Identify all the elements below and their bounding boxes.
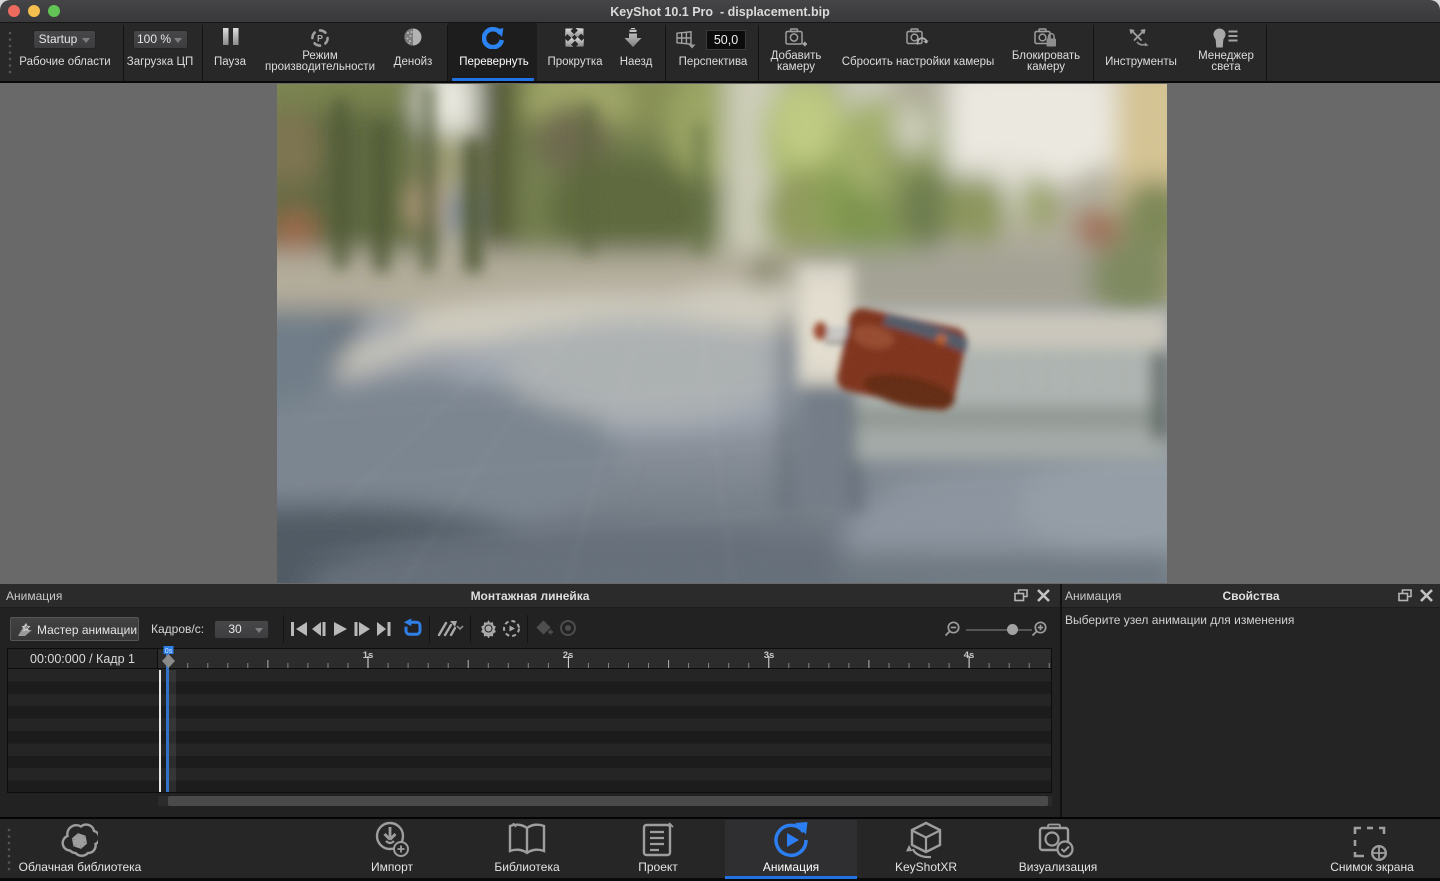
svg-text:3s: 3s xyxy=(764,650,775,661)
svg-text:4s: 4s xyxy=(964,650,975,661)
svg-text:P: P xyxy=(317,33,323,43)
svg-text:1s: 1s xyxy=(363,650,374,661)
svg-text:2s: 2s xyxy=(563,650,574,661)
svg-text:0s: 0s xyxy=(165,648,173,655)
